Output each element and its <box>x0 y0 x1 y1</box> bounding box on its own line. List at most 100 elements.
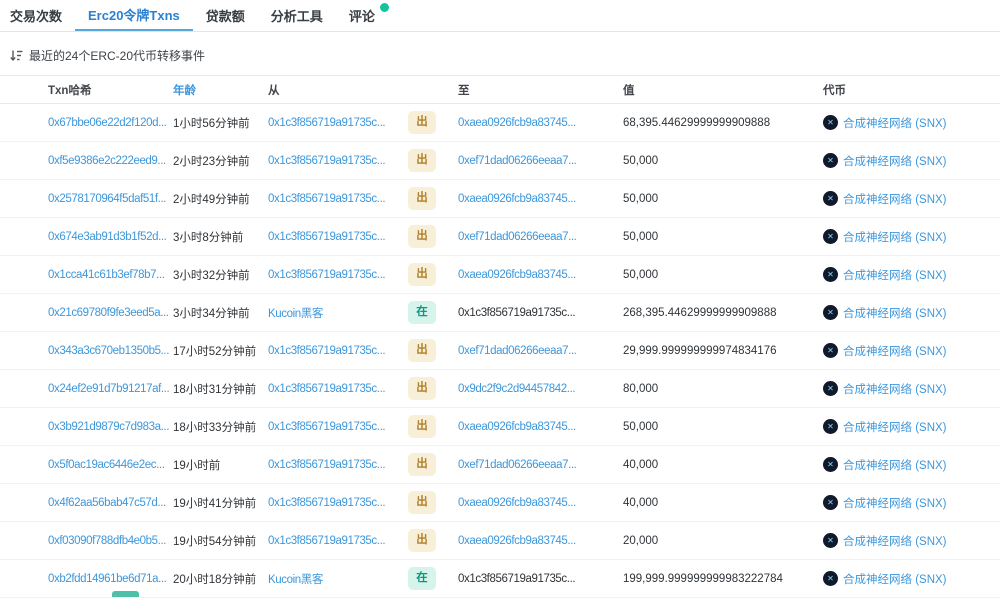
snx-token-icon: ✕ <box>823 457 838 472</box>
header-value: 值 <box>623 82 823 98</box>
txn-hash-link[interactable]: 0x343a3c670eb1350b5... <box>48 345 169 357</box>
to-address-link[interactable]: 0xaea0926fcb9a83745... <box>458 269 576 281</box>
token-cell: ✕ 合成神经网络 (SNX) <box>823 191 1000 207</box>
value-text: 40,000 <box>623 459 823 471</box>
snx-token-icon: ✕ <box>823 343 838 358</box>
value-text: 268,395.44629999999909888 <box>623 307 823 319</box>
table-row: 0x3b921d9879c7d983a... 18小时33分钟前 0x1c3f8… <box>0 408 1000 446</box>
txn-hash-link[interactable]: 0x4f62aa56bab47c57d... <box>48 497 166 509</box>
snx-token-icon: ✕ <box>823 229 838 244</box>
from-address-link[interactable]: 0x1c3f856719a91735c... <box>268 155 385 167</box>
txn-hash-link[interactable]: 0x67bbe06e22d2f120d... <box>48 117 166 129</box>
from-address-link[interactable]: 0x1c3f856719a91735c... <box>268 497 385 509</box>
token-link[interactable]: 合成神经网络 (SNX) <box>843 191 947 207</box>
txn-hash-link[interactable]: 0xf5e9386e2c222eed9... <box>48 155 166 167</box>
token-link[interactable]: 合成神经网络 (SNX) <box>843 457 947 473</box>
table-row: 0x5f0ac19ac6446e2ec... 19小时前 0x1c3f85671… <box>0 446 1000 484</box>
table-caption: 最近的24个ERC-20代币转移事件 <box>29 47 205 64</box>
from-address-link[interactable]: 0x1c3f856719a91735c... <box>268 535 385 547</box>
age-text: 3小时32分钟前 <box>173 267 268 283</box>
direction-badge: 出 <box>408 263 436 286</box>
from-address-link[interactable]: 0x1c3f856719a91735c... <box>268 193 385 205</box>
table-caption-row: 最近的24个ERC-20代币转移事件 <box>0 32 1000 64</box>
snx-token-icon: ✕ <box>823 495 838 510</box>
table-row: 0x674e3ab91d3b1f52d... 3小时8分钟前 0x1c3f856… <box>0 218 1000 256</box>
to-address-link[interactable]: 0xef71dad06266eeaa7... <box>458 155 576 167</box>
tab-bar: 交易次数 Erc20令牌Txns 贷款额 分析工具 评论 <box>0 0 1000 32</box>
tab-label: 贷款额 <box>206 6 245 25</box>
token-link[interactable]: 合成神经网络 (SNX) <box>843 419 947 435</box>
age-text: 19小时54分钟前 <box>173 533 268 549</box>
token-link[interactable]: 合成神经网络 (SNX) <box>843 495 947 511</box>
to-address-link[interactable]: 0x9dc2f9c2d94457842... <box>458 383 575 395</box>
direction-badge: 出 <box>408 491 436 514</box>
to-address-link: 0x1c3f856719a91735c... <box>458 573 575 585</box>
bottom-cutoff-element <box>112 591 139 597</box>
from-address-link[interactable]: 0x1c3f856719a91735c... <box>268 269 385 281</box>
txn-hash-link[interactable]: 0x674e3ab91d3b1f52d... <box>48 231 166 243</box>
tab-erc20-token-txns[interactable]: Erc20令牌Txns <box>75 0 193 31</box>
from-address-link[interactable]: 0x1c3f856719a91735c... <box>268 383 385 395</box>
to-address-link[interactable]: 0xaea0926fcb9a83745... <box>458 497 576 509</box>
token-link[interactable]: 合成神经网络 (SNX) <box>843 381 947 397</box>
txn-hash-link[interactable]: 0x2578170964f5daf51f... <box>48 193 166 205</box>
table-row: 0x24ef2e91d7b91217af... 18小时31分钟前 0x1c3f… <box>0 370 1000 408</box>
direction-badge: 出 <box>408 415 436 438</box>
txn-hash-link[interactable]: 0x24ef2e91d7b91217af... <box>48 383 169 395</box>
from-address-link[interactable]: Kucoin黑客 <box>268 308 323 320</box>
snx-token-icon: ✕ <box>823 115 838 130</box>
from-address-link[interactable]: 0x1c3f856719a91735c... <box>268 117 385 129</box>
txn-hash-link[interactable]: 0x1cca41c61b3ef78b7... <box>48 269 165 281</box>
token-link[interactable]: 合成神经网络 (SNX) <box>843 115 947 131</box>
table-row: 0x67bbe06e22d2f120d... 1小时56分钟前 0x1c3f85… <box>0 104 1000 142</box>
token-link[interactable]: 合成神经网络 (SNX) <box>843 305 947 321</box>
token-cell: ✕ 合成神经网络 (SNX) <box>823 457 1000 473</box>
header-from: 从 <box>268 82 408 98</box>
header-age-sort[interactable]: 年龄 <box>173 82 268 98</box>
direction-badge: 出 <box>408 453 436 476</box>
token-link[interactable]: 合成神经网络 (SNX) <box>843 267 947 283</box>
token-link[interactable]: 合成神经网络 (SNX) <box>843 229 947 245</box>
token-link[interactable]: 合成神经网络 (SNX) <box>843 571 947 587</box>
header-token: 代币 <box>823 82 1000 98</box>
to-address-link[interactable]: 0xaea0926fcb9a83745... <box>458 421 576 433</box>
from-address-link[interactable]: 0x1c3f856719a91735c... <box>268 345 385 357</box>
age-text: 3小时8分钟前 <box>173 229 268 245</box>
direction-badge: 出 <box>408 149 436 172</box>
table-body: 0x67bbe06e22d2f120d... 1小时56分钟前 0x1c3f85… <box>0 104 1000 598</box>
txn-hash-link[interactable]: 0x3b921d9879c7d983a... <box>48 421 169 433</box>
to-address-link[interactable]: 0xef71dad06266eeaa7... <box>458 231 576 243</box>
from-address-link[interactable]: 0x1c3f856719a91735c... <box>268 231 385 243</box>
age-text: 2小时49分钟前 <box>173 191 268 207</box>
header-txn-hash: Txn哈希 <box>48 82 173 98</box>
tab-comments[interactable]: 评论 <box>336 0 402 31</box>
txn-hash-link[interactable]: 0xf03090f788dfb4e0b5... <box>48 535 166 547</box>
token-cell: ✕ 合成神经网络 (SNX) <box>823 495 1000 511</box>
value-text: 199,999.999999999983222784 <box>623 573 823 585</box>
table-row: 0x1cca41c61b3ef78b7... 3小时32分钟前 0x1c3f85… <box>0 256 1000 294</box>
direction-badge: 出 <box>408 377 436 400</box>
age-text: 19小时41分钟前 <box>173 495 268 511</box>
to-address-link[interactable]: 0xaea0926fcb9a83745... <box>458 535 576 547</box>
snx-token-icon: ✕ <box>823 381 838 396</box>
to-address-link[interactable]: 0xef71dad06266eeaa7... <box>458 345 576 357</box>
age-text: 1小时56分钟前 <box>173 115 268 131</box>
txn-hash-link[interactable]: 0x21c69780f9fe3eed5a... <box>48 307 169 319</box>
table-row: 0xf03090f788dfb4e0b5... 19小时54分钟前 0x1c3f… <box>0 522 1000 560</box>
from-address-link[interactable]: 0x1c3f856719a91735c... <box>268 459 385 471</box>
age-text: 18小时31分钟前 <box>173 381 268 397</box>
txn-hash-link[interactable]: 0x5f0ac19ac6446e2ec... <box>48 459 165 471</box>
to-address-link[interactable]: 0xaea0926fcb9a83745... <box>458 193 576 205</box>
to-address-link[interactable]: 0xaea0926fcb9a83745... <box>458 117 576 129</box>
token-link[interactable]: 合成神经网络 (SNX) <box>843 533 947 549</box>
token-link[interactable]: 合成神经网络 (SNX) <box>843 153 947 169</box>
tab-transactions[interactable]: 交易次数 <box>0 0 75 31</box>
to-address-link[interactable]: 0xef71dad06266eeaa7... <box>458 459 576 471</box>
token-link[interactable]: 合成神经网络 (SNX) <box>843 343 947 359</box>
from-address-link[interactable]: 0x1c3f856719a91735c... <box>268 421 385 433</box>
from-address-link[interactable]: Kucoin黑客 <box>268 574 323 586</box>
tab-loans[interactable]: 贷款额 <box>193 0 258 31</box>
txn-hash-link[interactable]: 0xb2fdd14961be6d71a... <box>48 573 166 585</box>
table-header-row: Txn哈希 年龄 从 至 值 代币 <box>0 75 1000 104</box>
tab-analytics[interactable]: 分析工具 <box>258 0 336 31</box>
